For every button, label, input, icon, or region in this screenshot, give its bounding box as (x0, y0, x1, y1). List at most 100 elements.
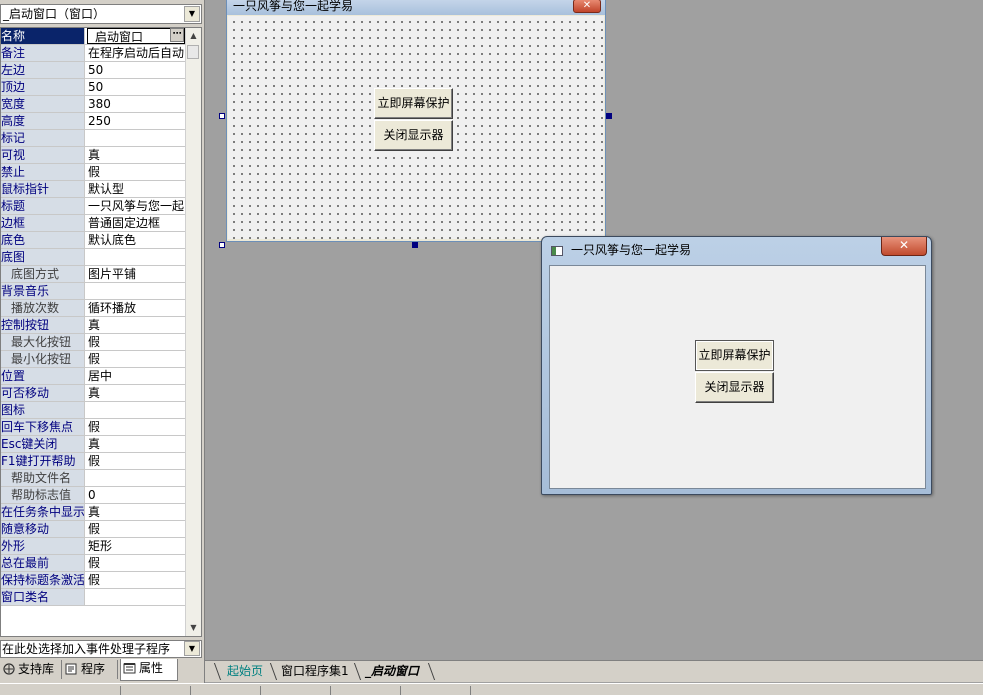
property-value[interactable]: 假 (87, 572, 185, 588)
property-row[interactable]: 边框 普通固定边框 (1, 215, 185, 232)
property-row[interactable]: 标记 (1, 130, 185, 147)
ellipsis-icon[interactable]: ⋯ (170, 28, 184, 42)
property-value[interactable]: 50 (87, 62, 185, 78)
screensaver-button[interactable]: 立即屏幕保护 (695, 340, 774, 371)
property-row[interactable]: 随意移动假 (1, 521, 185, 538)
preview-window[interactable]: 一只风筝与您一起学易 ✕ 立即屏幕保护 关闭显示器 (541, 236, 932, 495)
property-value[interactable] (87, 130, 185, 146)
chevron-down-icon[interactable]: ▼ (184, 641, 200, 656)
tab-properties[interactable]: 属性 (120, 659, 178, 681)
property-value[interactable]: 50 (87, 79, 185, 95)
property-row[interactable]: Esc键关闭真 (1, 436, 185, 453)
event-selector[interactable]: 在此处选择加入事件处理子程序 ▼ (0, 640, 202, 658)
design-form-canvas[interactable]: 立即屏幕保护 关闭显示器 (228, 16, 604, 239)
property-row[interactable]: 位置 居中 (1, 368, 185, 385)
property-value[interactable] (87, 249, 185, 265)
property-value[interactable] (87, 589, 185, 605)
design-form[interactable]: 一只风筝与您一起学易 ✕ 立即屏幕保护 关闭显示器 (226, 0, 606, 242)
tab-program[interactable]: 程序 (63, 660, 118, 679)
property-value[interactable] (87, 470, 185, 486)
resize-handle-right[interactable] (606, 113, 612, 119)
property-value[interactable]: 在程序启动后自动 (87, 45, 185, 61)
resize-handle-left[interactable] (219, 113, 225, 119)
property-value[interactable]: 假 (87, 351, 185, 367)
property-name: 帮助文件名 (1, 470, 85, 486)
property-row[interactable]: 左边 50 (1, 62, 185, 79)
property-value[interactable]: 循环播放 (87, 300, 185, 316)
property-value[interactable]: 真 (87, 317, 185, 333)
property-name: 顶边 (1, 79, 85, 95)
property-row[interactable]: 图标 (1, 402, 185, 419)
property-value[interactable]: 380 (87, 96, 185, 112)
property-row[interactable]: 高度 250 (1, 113, 185, 130)
property-row[interactable]: 鼠标指针 默认型 (1, 181, 185, 198)
property-row[interactable]: F1键打开帮助假 (1, 453, 185, 470)
design-button-monitor-off[interactable]: 关闭显示器 (374, 120, 453, 151)
property-row[interactable]: 总在最前假 (1, 555, 185, 572)
property-value[interactable]: 假 (87, 453, 185, 469)
property-row[interactable]: 背景音乐 (1, 283, 185, 300)
property-row[interactable]: 底图方式 图片平铺 (1, 266, 185, 283)
property-row[interactable]: 底图 (1, 249, 185, 266)
property-row[interactable]: 顶边 50 (1, 79, 185, 96)
property-row[interactable]: 外形 矩形 (1, 538, 185, 555)
property-row[interactable]: 宽度 380 (1, 96, 185, 113)
property-row[interactable]: 窗口类名 (1, 589, 185, 606)
library-icon (2, 662, 16, 675)
property-value[interactable]: 默认底色 (87, 232, 185, 248)
property-value[interactable]: 假 (87, 419, 185, 435)
property-row[interactable]: 帮助标志值 0 (1, 487, 185, 504)
property-value[interactable]: 真 (87, 436, 185, 452)
property-row[interactable]: 底色 默认底色 (1, 232, 185, 249)
property-row[interactable]: 名称 _启动窗口 ⋯ (1, 28, 185, 45)
property-row[interactable]: 可否移动真 (1, 385, 185, 402)
property-row[interactable]: 帮助文件名 (1, 470, 185, 487)
property-row[interactable]: 最大化按钮假 (1, 334, 185, 351)
event-selector-value: 在此处选择加入事件处理子程序 (2, 642, 171, 656)
close-icon: ✕ (898, 238, 910, 252)
resize-handle-bottom-left[interactable] (219, 242, 225, 248)
property-row[interactable]: 控制按钮真 (1, 317, 185, 334)
property-value[interactable]: 普通固定边框 (87, 215, 185, 231)
property-row[interactable]: 在任务条中显示真 (1, 504, 185, 521)
property-value[interactable]: 假 (87, 164, 185, 180)
property-row[interactable]: 可视真 (1, 147, 185, 164)
resize-handle-bottom[interactable] (412, 242, 418, 248)
property-value[interactable] (87, 283, 185, 299)
close-button[interactable]: ✕ (881, 237, 927, 256)
scroll-down-icon[interactable]: ▼ (186, 620, 201, 636)
property-row[interactable]: 保持标题条激活假 (1, 572, 185, 589)
property-row[interactable]: 回车下移焦点假 (1, 419, 185, 436)
properties-icon (123, 661, 137, 674)
monitor-off-button[interactable]: 关闭显示器 (695, 372, 774, 403)
scrollbar-thumb[interactable] (187, 45, 199, 59)
tab-library[interactable]: 支持库 (0, 660, 62, 679)
property-value[interactable]: 0 (87, 487, 185, 503)
property-row[interactable]: 播放次数 循环播放 (1, 300, 185, 317)
property-value[interactable]: 真 (87, 504, 185, 520)
property-value[interactable]: 假 (87, 521, 185, 537)
chevron-down-icon[interactable]: ▼ (184, 6, 200, 22)
property-grid-scrollbar[interactable]: ▲ ▼ (185, 28, 201, 636)
property-value[interactable]: 一只风筝与您一起 (87, 198, 185, 214)
property-value[interactable]: 真 (87, 385, 185, 401)
property-row[interactable]: 标题 一只风筝与您一起 (1, 198, 185, 215)
tab-start-page[interactable]: 起始页 (219, 662, 271, 681)
object-selector[interactable]: _启动窗口（窗口） ▼ (0, 4, 202, 24)
property-row[interactable]: 最小化按钮假 (1, 351, 185, 368)
scroll-up-icon[interactable]: ▲ (186, 28, 201, 44)
property-value[interactable]: 假 (87, 555, 185, 571)
property-value[interactable]: 居中 (87, 368, 185, 384)
property-value[interactable]: 250 (87, 113, 185, 129)
property-value[interactable]: 默认型 (87, 181, 185, 197)
property-value[interactable]: 假 (87, 334, 185, 350)
property-row[interactable]: 禁止假 (1, 164, 185, 181)
tab-window-assembly[interactable]: 窗口程序集1 (273, 662, 357, 681)
property-value[interactable]: 真 (87, 147, 185, 163)
property-value[interactable] (87, 402, 185, 418)
tab-startup-window[interactable]: _启动窗口 (357, 662, 427, 681)
design-button-screensaver[interactable]: 立即屏幕保护 (374, 88, 453, 119)
property-row[interactable]: 备注 在程序启动后自动 (1, 45, 185, 62)
property-value[interactable]: 矩形 (87, 538, 185, 554)
property-value[interactable]: 图片平铺 (87, 266, 185, 282)
